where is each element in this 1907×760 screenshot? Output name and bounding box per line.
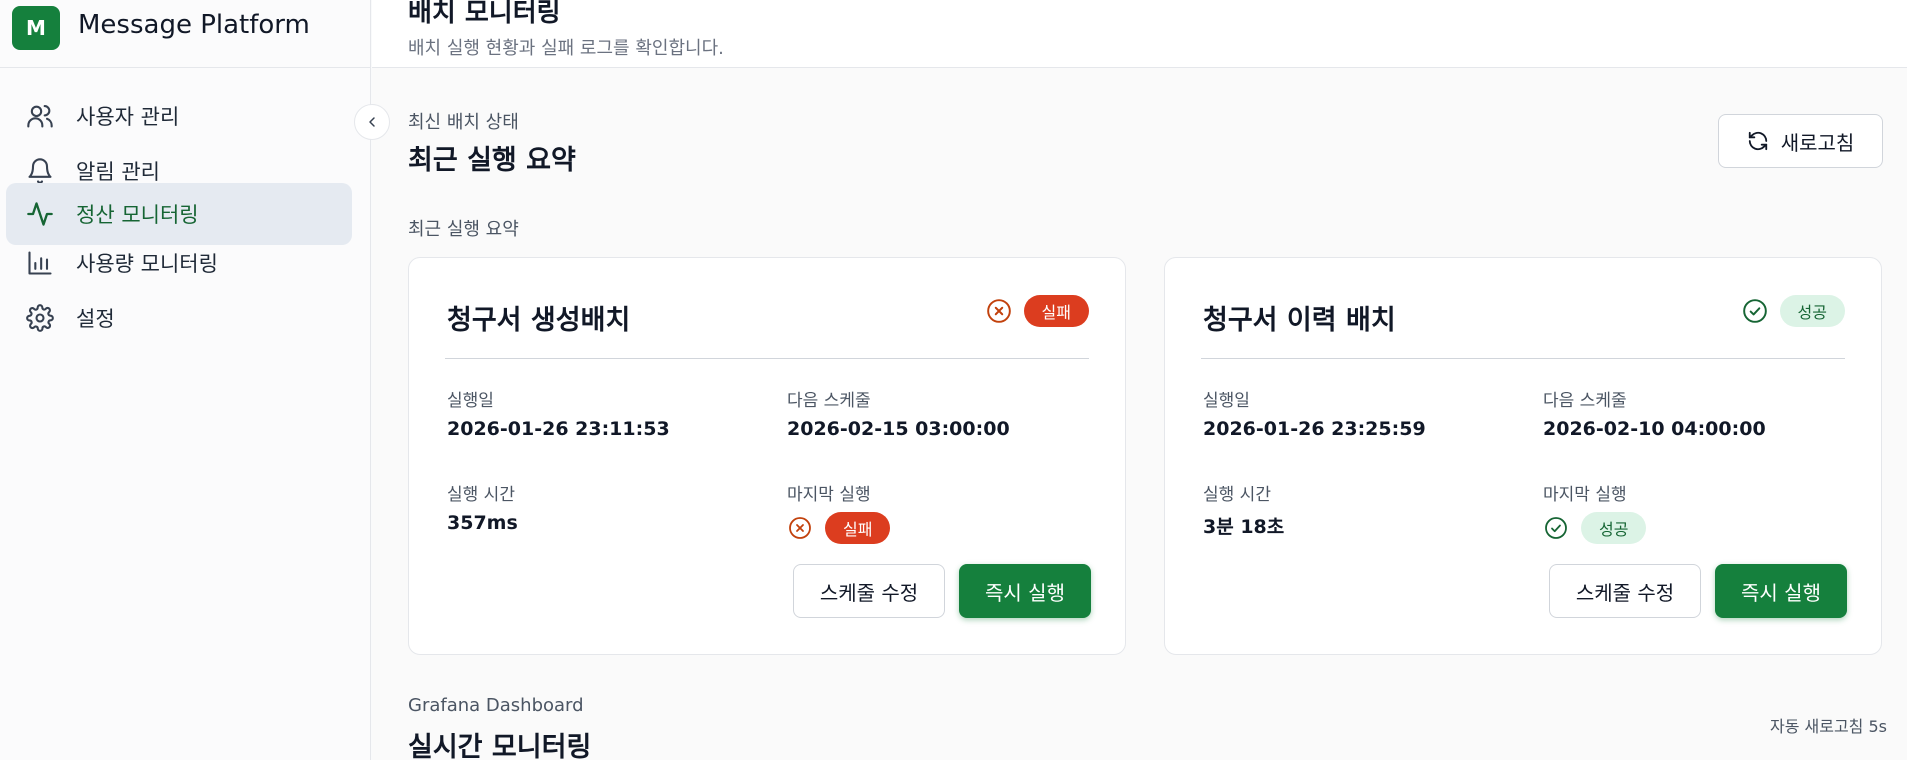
last-run-label: 마지막 실행 xyxy=(1543,485,1627,505)
last-run-status: 실패 xyxy=(787,512,891,544)
grafana-eyebrow: Grafana Dashboard xyxy=(408,695,584,716)
grafana-title: 실시간 모니터링 xyxy=(408,732,592,760)
activity-icon xyxy=(24,198,56,230)
run-now-button[interactable]: 즉시 실행 xyxy=(959,564,1091,618)
batch-card: 청구서 이력 배치 성공 실행일 2026-01-26 23:25:59 다음 … xyxy=(1164,257,1882,655)
page-title: 배치 모니터링 xyxy=(408,0,561,28)
refresh-button[interactable]: 새로고침 xyxy=(1718,114,1883,168)
batch-title: 청구서 이력 배치 xyxy=(1203,305,1396,336)
sidebar-item-label: 사용자 관리 xyxy=(76,105,180,129)
duration-value: 3분 18초 xyxy=(1203,516,1285,538)
status-badge: 실패 xyxy=(825,512,891,544)
status-badge: 실패 xyxy=(1023,295,1089,327)
next-schedule-value: 2026-02-10 04:00:00 xyxy=(1543,418,1766,440)
sidebar-item-users[interactable]: 사용자 관리 xyxy=(6,85,352,147)
next-schedule-value: 2026-02-15 03:00:00 xyxy=(787,418,1010,440)
run-date-label: 실행일 xyxy=(447,391,494,411)
main-content: 최신 배치 상태 최근 실행 요약 새로고침 최근 실행 요약 청구서 생성배치… xyxy=(372,68,1907,760)
check-circle-icon xyxy=(1543,515,1569,541)
edit-schedule-button[interactable]: 스케줄 수정 xyxy=(793,564,945,618)
sidebar-collapse-button[interactable] xyxy=(354,104,390,140)
duration-label: 실행 시간 xyxy=(1203,485,1271,505)
brand-logo[interactable]: M xyxy=(12,6,60,50)
page-header: 배치 모니터링 배치 실행 현황과 실패 로그를 확인합니다. xyxy=(372,0,1907,68)
sidebar-item-settings[interactable]: 설정 xyxy=(6,287,352,349)
batch-status: 성공 xyxy=(1742,295,1845,327)
gear-icon xyxy=(24,302,56,334)
status-badge: 성공 xyxy=(1779,295,1845,327)
last-run-status: 성공 xyxy=(1543,512,1647,544)
auto-refresh-indicator: 자동 새로고침 5s xyxy=(1769,717,1887,736)
brand-name[interactable]: Message Platform xyxy=(78,10,310,40)
edit-schedule-button[interactable]: 스케줄 수정 xyxy=(1549,564,1701,618)
batch-card: 청구서 생성배치 실패 실행일 2026-01-26 23:11:53 다음 스… xyxy=(408,257,1126,655)
chevron-left-icon xyxy=(369,117,375,127)
duration-value: 357ms xyxy=(447,512,518,534)
run-date-value: 2026-01-26 23:25:59 xyxy=(1203,418,1426,440)
duration-label: 실행 시간 xyxy=(447,485,515,505)
run-date-value: 2026-01-26 23:11:53 xyxy=(447,418,670,440)
latest-eyebrow: 최신 배치 상태 xyxy=(408,112,519,133)
last-run-label: 마지막 실행 xyxy=(787,485,871,505)
users-icon xyxy=(24,100,56,132)
status-badge: 성공 xyxy=(1581,512,1647,544)
summary-label: 최근 실행 요약 xyxy=(408,219,519,240)
bar-chart-icon xyxy=(24,247,56,279)
brand: M Message Platform xyxy=(0,0,371,68)
sidebar-item-usage-monitoring[interactable]: 사용량 모니터링 xyxy=(6,232,352,294)
card-divider xyxy=(1201,358,1845,359)
check-circle-icon xyxy=(1742,298,1768,324)
batch-status: 실패 xyxy=(986,295,1089,327)
sidebar-item-label: 알림 관리 xyxy=(76,160,160,184)
refresh-label: 새로고침 xyxy=(1780,130,1855,155)
next-schedule-label: 다음 스케줄 xyxy=(1543,391,1627,411)
x-circle-icon xyxy=(787,515,813,541)
run-date-label: 실행일 xyxy=(1203,391,1250,411)
x-circle-icon xyxy=(986,298,1012,324)
sidebar-item-label: 설정 xyxy=(76,307,115,331)
latest-title: 최근 실행 요약 xyxy=(408,145,576,176)
sidebar: M Message Platform 사용자 관리 알림 관리 정산 모니터링 xyxy=(0,0,371,760)
card-divider xyxy=(445,358,1089,359)
run-now-button[interactable]: 즉시 실행 xyxy=(1715,564,1847,618)
page-subtitle: 배치 실행 현황과 실패 로그를 확인합니다. xyxy=(408,38,724,59)
refresh-icon xyxy=(1748,131,1767,151)
next-schedule-label: 다음 스케줄 xyxy=(787,391,871,411)
sidebar-item-label: 정산 모니터링 xyxy=(76,203,199,227)
batch-title: 청구서 생성배치 xyxy=(447,305,631,336)
sidebar-item-label: 사용량 모니터링 xyxy=(76,252,218,276)
